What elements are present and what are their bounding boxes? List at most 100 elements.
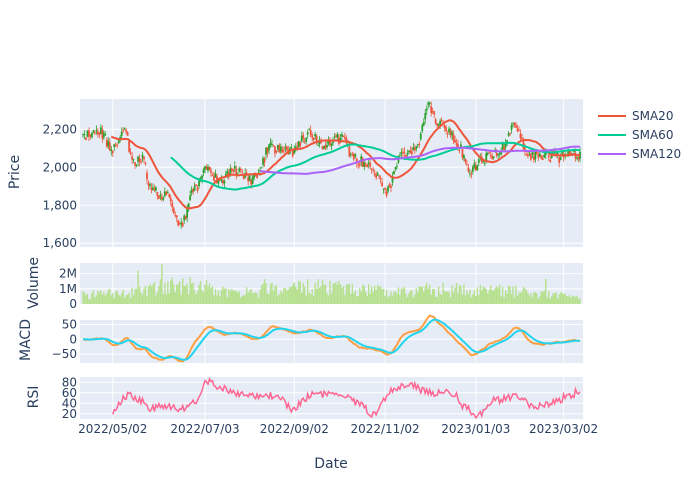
volume-bar [481, 290, 483, 304]
volume-bar [243, 295, 245, 304]
volume-bar [275, 285, 278, 304]
volume-bar [420, 286, 422, 304]
candle-body [384, 188, 386, 190]
candle-body [385, 192, 388, 196]
candle-body [393, 170, 395, 174]
volume-bar [482, 286, 484, 304]
volume-bar [503, 297, 505, 304]
volume-bar [126, 294, 129, 304]
volume-bar [495, 285, 498, 304]
volume-bar [86, 293, 89, 304]
volume-bar [244, 294, 246, 304]
candle-body [457, 144, 459, 148]
volume-bar [272, 290, 275, 304]
candle-body [95, 129, 98, 131]
rsi-axis-title: RSI [26, 386, 42, 409]
legend-item-sma20[interactable]: SMA20 [598, 109, 673, 123]
volume-bar [458, 284, 461, 304]
volume-bar [461, 294, 464, 304]
volume-bar [234, 290, 236, 304]
volume-bar [384, 295, 386, 304]
volume-bar [107, 289, 109, 304]
candle-body [248, 175, 251, 181]
volume-bar [125, 294, 127, 304]
legend-item-sma60[interactable]: SMA60 [598, 128, 673, 142]
volume-bar [519, 292, 522, 304]
volume-bar [472, 294, 474, 304]
volume-bar [104, 295, 107, 304]
volume-bar [119, 296, 121, 304]
volume-bar [262, 283, 264, 304]
volume-bar [217, 290, 220, 304]
volume-bar [491, 290, 493, 304]
candle-body [168, 194, 171, 198]
volume-bar [225, 288, 227, 304]
candle-body [186, 208, 189, 218]
volume-bar [460, 286, 462, 304]
volume-bar [452, 292, 455, 304]
candle-body [445, 127, 447, 131]
volume-bar [490, 285, 492, 304]
volume-bar [199, 280, 202, 304]
volume-bar [298, 280, 300, 304]
volume-bar [342, 285, 345, 304]
volume-bar [103, 291, 105, 304]
volume-bar [250, 288, 252, 304]
volume-bar [385, 290, 388, 304]
candle-body [513, 122, 516, 126]
volume-bar [287, 289, 290, 304]
legend-item-sma120[interactable]: SMA120 [598, 147, 681, 161]
candle-body [471, 166, 474, 172]
legend[interactable]: SMA20 SMA60 SMA120 [598, 109, 681, 161]
candle-body [271, 144, 273, 145]
volume-bar [354, 290, 357, 304]
volume-bar [430, 294, 432, 304]
candle-body [396, 165, 398, 167]
volume-bar [223, 288, 226, 304]
volume-bar [112, 293, 114, 304]
macd-plot-area [80, 320, 583, 363]
candle-body [285, 146, 288, 151]
volume-bar [565, 296, 568, 304]
candle-body [131, 156, 134, 160]
candle-body [175, 215, 178, 218]
candle-body [117, 140, 120, 144]
volume-bar [467, 293, 470, 304]
volume-bar [338, 280, 340, 304]
volume-bar [321, 279, 324, 304]
volume-bar [248, 290, 251, 304]
volume-bar [158, 286, 160, 304]
volume-bar [527, 292, 529, 304]
volume-bar [347, 284, 349, 304]
volume-bar [247, 292, 249, 304]
candle-body [394, 167, 397, 170]
volume-bar [240, 297, 242, 304]
volume-bar [187, 294, 190, 304]
volume-bar [577, 298, 580, 304]
candle-body [492, 156, 495, 158]
volume-bar [228, 288, 230, 304]
candle-body [415, 146, 418, 149]
candle-body [547, 155, 550, 157]
volume-bar [536, 293, 538, 304]
legend-label: SMA60 [632, 128, 673, 142]
candle-body [464, 158, 467, 163]
volume-bar [558, 294, 560, 304]
volume-bar [278, 294, 281, 304]
volume-bar [295, 286, 297, 304]
candle-body [509, 132, 511, 134]
volume-bar [129, 298, 132, 304]
volume-bar [97, 290, 99, 304]
candle-body [196, 187, 199, 191]
candle-body [528, 152, 531, 154]
volume-bar [91, 293, 93, 304]
candle-body [108, 142, 111, 151]
candle-body [135, 165, 138, 166]
candle-body [132, 159, 135, 161]
volume-bar [237, 292, 239, 304]
volume-bar [494, 288, 496, 304]
candle-body [518, 130, 520, 132]
volume-bar [190, 283, 193, 304]
volume-bar [195, 294, 197, 304]
volume-bar [146, 296, 148, 304]
